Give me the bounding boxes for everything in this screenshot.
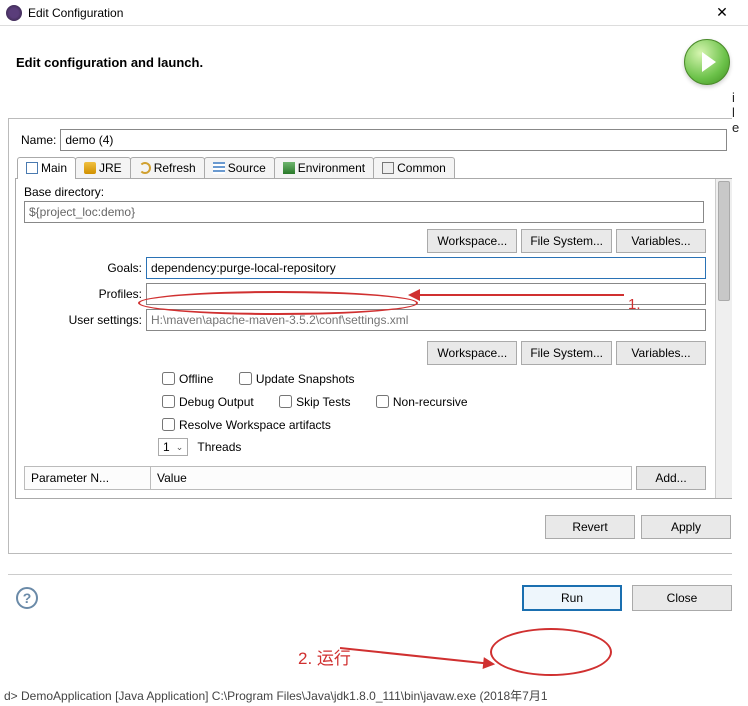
tab-refresh[interactable]: Refresh — [130, 157, 205, 178]
tab-main-label: Main — [41, 161, 67, 175]
variables-button-2[interactable]: Variables... — [616, 341, 706, 365]
filesystem-button[interactable]: File System... — [521, 229, 612, 253]
eclipse-icon — [6, 5, 22, 21]
debug-checkbox[interactable] — [162, 395, 175, 408]
tab-source-label: Source — [228, 161, 266, 175]
usersettings-label: User settings: — [24, 313, 146, 327]
tab-common-label: Common — [397, 161, 446, 175]
resolve-label: Resolve Workspace artifacts — [179, 418, 331, 432]
run-big-icon — [684, 39, 730, 85]
update-label: Update Snapshots — [256, 372, 355, 386]
close-icon[interactable]: ✕ — [702, 0, 742, 26]
annotation-arrow-2 — [340, 647, 493, 665]
tab-env-label: Environment — [298, 161, 365, 175]
status-bar: d> DemoApplication [Java Application] C:… — [0, 685, 748, 706]
tab-source[interactable]: Source — [204, 157, 275, 178]
threads-label: Threads — [197, 440, 241, 454]
add-button[interactable]: Add... — [636, 466, 706, 490]
name-input[interactable] — [60, 129, 727, 151]
resolve-checkbox[interactable] — [162, 418, 175, 431]
goals-label: Goals: — [24, 261, 146, 275]
config-panel: Name: Main JRE Refresh Source Environmen… — [8, 118, 740, 554]
run-button[interactable]: Run — [522, 585, 622, 611]
tabs: Main JRE Refresh Source Environment Comm… — [15, 157, 733, 179]
debug-check[interactable]: Debug Output — [158, 392, 254, 411]
debug-label: Debug Output — [179, 395, 254, 409]
scrollbar-thumb[interactable] — [718, 181, 730, 301]
background-clip: ile — [732, 90, 748, 706]
basedir-label: Base directory: — [24, 185, 724, 199]
workspace-button-2[interactable]: Workspace... — [427, 341, 517, 365]
tab-common[interactable]: Common — [373, 157, 455, 178]
update-checkbox[interactable] — [239, 372, 252, 385]
window-title: Edit Configuration — [28, 6, 123, 20]
annotation-oval-run — [490, 628, 612, 676]
banner-title: Edit configuration and launch. — [16, 55, 203, 70]
skip-checkbox[interactable] — [279, 395, 292, 408]
variables-button[interactable]: Variables... — [616, 229, 706, 253]
tab-main[interactable]: Main — [17, 157, 76, 179]
nonrec-checkbox[interactable] — [376, 395, 389, 408]
profiles-input[interactable] — [146, 283, 706, 305]
resolve-check[interactable]: Resolve Workspace artifacts — [158, 415, 331, 434]
footer: ? Run Close — [8, 574, 740, 617]
param-value-header: Value — [150, 466, 632, 490]
usersettings-input[interactable] — [146, 309, 706, 331]
skip-label: Skip Tests — [296, 395, 350, 409]
tab-jre-label: JRE — [99, 161, 122, 175]
workspace-button[interactable]: Workspace... — [427, 229, 517, 253]
revert-button[interactable]: Revert — [545, 515, 635, 539]
common-icon — [382, 162, 394, 174]
apply-button[interactable]: Apply — [641, 515, 731, 539]
source-icon — [213, 162, 225, 174]
banner: Edit configuration and launch. — [0, 26, 748, 98]
nonrec-check[interactable]: Non-recursive — [372, 392, 468, 411]
sheet-icon — [26, 162, 38, 174]
close-button[interactable]: Close — [632, 585, 732, 611]
update-check[interactable]: Update Snapshots — [235, 369, 355, 388]
refresh-icon — [139, 162, 151, 174]
tab-refresh-label: Refresh — [154, 161, 196, 175]
help-icon[interactable]: ? — [16, 587, 38, 609]
main-pane: Base directory: Workspace... File System… — [15, 179, 733, 499]
offline-checkbox[interactable] — [162, 372, 175, 385]
param-name-header: Parameter N... — [24, 466, 150, 490]
chevron-down-icon: ⌄ — [176, 442, 184, 453]
threads-value: 1 — [163, 440, 170, 454]
titlebar: Edit Configuration ✕ — [0, 0, 748, 26]
threads-spinner[interactable]: 1⌄ — [158, 438, 188, 456]
offline-label: Offline — [179, 372, 213, 386]
name-label: Name: — [21, 133, 56, 147]
skip-check[interactable]: Skip Tests — [275, 392, 350, 411]
offline-check[interactable]: Offline — [158, 369, 213, 388]
tab-jre[interactable]: JRE — [75, 157, 131, 178]
env-icon — [283, 162, 295, 174]
profiles-label: Profiles: — [24, 287, 146, 301]
basedir-input[interactable] — [24, 201, 704, 223]
tab-environment[interactable]: Environment — [274, 157, 374, 178]
filesystem-button-2[interactable]: File System... — [521, 341, 612, 365]
annotation-label-2: 2. 运行 — [298, 644, 351, 669]
goals-input[interactable] — [146, 257, 706, 279]
nonrec-label: Non-recursive — [393, 395, 468, 409]
jre-icon — [84, 162, 96, 174]
